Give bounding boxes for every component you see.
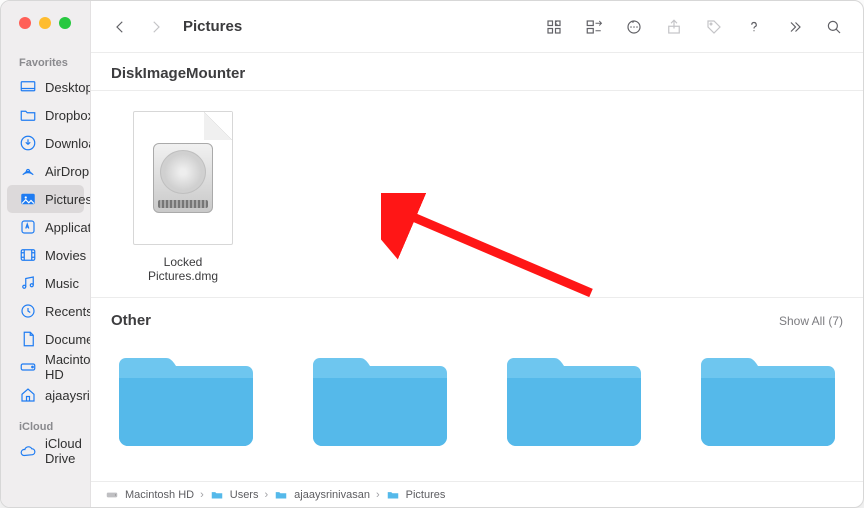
forward-button[interactable] (143, 14, 169, 40)
group-by-button[interactable] (581, 14, 607, 40)
window-controls (19, 17, 71, 29)
path-bar: Macintosh HD › Users › ajaaysrinivasan ›… (91, 481, 863, 507)
music-icon (19, 274, 37, 292)
pictures-icon (19, 190, 37, 208)
search-button[interactable] (821, 14, 847, 40)
applications-icon (19, 218, 37, 236)
folder-icon (19, 106, 37, 124)
close-button[interactable] (19, 17, 31, 29)
folder-item[interactable] (111, 343, 261, 453)
view-mode-button[interactable] (541, 14, 567, 40)
sidebar-group-favorites: Favorites (1, 53, 90, 73)
folder-icon (111, 343, 261, 453)
folder-item[interactable] (693, 343, 843, 453)
section-heading-diskimagemounter: DiskImageMounter (91, 53, 863, 91)
sidebar-label: Documents (45, 332, 91, 347)
sidebar-label: Applications (45, 220, 91, 235)
help-button[interactable] (741, 14, 767, 40)
folder-icon (274, 488, 288, 502)
sidebar-item-desktop[interactable]: Desktop (1, 73, 90, 101)
folder-icon (386, 488, 400, 502)
airdrop-icon (19, 162, 37, 180)
folder-item[interactable] (499, 343, 649, 453)
content-area[interactable]: DiskImageMounter Locked Pictures.dmg Oth… (91, 53, 863, 481)
sidebar-item-dropbox[interactable]: Dropbox (1, 101, 90, 129)
finder-window: Favorites Desktop Dropbox Downloads AirD… (0, 0, 864, 508)
show-all-button[interactable]: Show All (7) (779, 314, 843, 328)
documents-icon (19, 330, 37, 348)
desktop-icon (19, 78, 37, 96)
sidebar-item-pictures[interactable]: Pictures (7, 185, 84, 213)
path-segment[interactable]: Pictures (406, 489, 446, 501)
sidebar-item-home[interactable]: ajaaysrinivasan (1, 381, 90, 409)
sidebar-item-airdrop[interactable]: AirDrop (1, 157, 90, 185)
sidebar-label: Downloads (45, 136, 91, 151)
section-heading-other: Other (111, 312, 151, 329)
back-button[interactable] (107, 14, 133, 40)
sidebar-label: AirDrop (45, 164, 89, 179)
folder-icon (210, 488, 224, 502)
chevron-right-icon: › (200, 489, 204, 501)
sidebar-label: Pictures (45, 192, 91, 207)
folder-icon (305, 343, 455, 453)
sidebar-label: iCloud Drive (45, 436, 82, 466)
window-title: Pictures (183, 18, 242, 35)
sidebar-item-applications[interactable]: Applications (1, 213, 90, 241)
sidebar-item-downloads[interactable]: Downloads (1, 129, 90, 157)
content-pane: Pictures DiskImageMounter Locked Picture… (91, 1, 863, 507)
sidebar-label: Desktop (45, 80, 91, 95)
home-icon (19, 386, 37, 404)
fullscreen-button[interactable] (59, 17, 71, 29)
folder-item[interactable] (305, 343, 455, 453)
sidebar-item-movies[interactable]: Movies (1, 241, 90, 269)
chevron-right-icon: › (264, 489, 268, 501)
action-menu-button[interactable] (621, 14, 647, 40)
sidebar-item-music[interactable]: Music (1, 269, 90, 297)
overflow-button[interactable] (781, 14, 807, 40)
sidebar-label: Movies (45, 248, 86, 263)
sidebar-item-macintosh-hd[interactable]: Macintosh HD (1, 353, 90, 381)
sidebar-label: ajaaysrinivasan (45, 388, 91, 403)
sidebar-item-icloud-drive[interactable]: iCloud Drive (1, 437, 90, 465)
path-segment[interactable]: Macintosh HD (125, 489, 194, 501)
tags-button[interactable] (701, 14, 727, 40)
path-segment[interactable]: Users (230, 489, 259, 501)
chevron-right-icon: › (376, 489, 380, 501)
cloud-icon (19, 442, 37, 460)
sidebar-label: Music (45, 276, 79, 291)
sidebar-label: Dropbox (45, 108, 91, 123)
share-button[interactable] (661, 14, 687, 40)
sidebar-item-recents[interactable]: Recents (1, 297, 90, 325)
file-name-label: Locked Pictures.dmg (127, 255, 239, 283)
sidebar-label: Recents (45, 304, 91, 319)
folder-icon (499, 343, 649, 453)
movies-icon (19, 246, 37, 264)
dmg-file-icon (133, 111, 233, 245)
toolbar: Pictures (91, 1, 863, 53)
folder-icon (693, 343, 843, 453)
sidebar-group-icloud: iCloud (1, 417, 90, 437)
sidebar-label: Macintosh HD (45, 352, 91, 382)
minimize-button[interactable] (39, 17, 51, 29)
sidebar: Favorites Desktop Dropbox Downloads AirD… (1, 1, 91, 507)
recents-icon (19, 302, 37, 320)
path-segment[interactable]: ajaaysrinivasan (294, 489, 370, 501)
disk-icon (19, 358, 37, 376)
file-item-locked-pictures-dmg[interactable]: Locked Pictures.dmg (127, 111, 239, 283)
downloads-icon (19, 134, 37, 152)
disk-icon (105, 488, 119, 502)
sidebar-item-documents[interactable]: Documents (1, 325, 90, 353)
